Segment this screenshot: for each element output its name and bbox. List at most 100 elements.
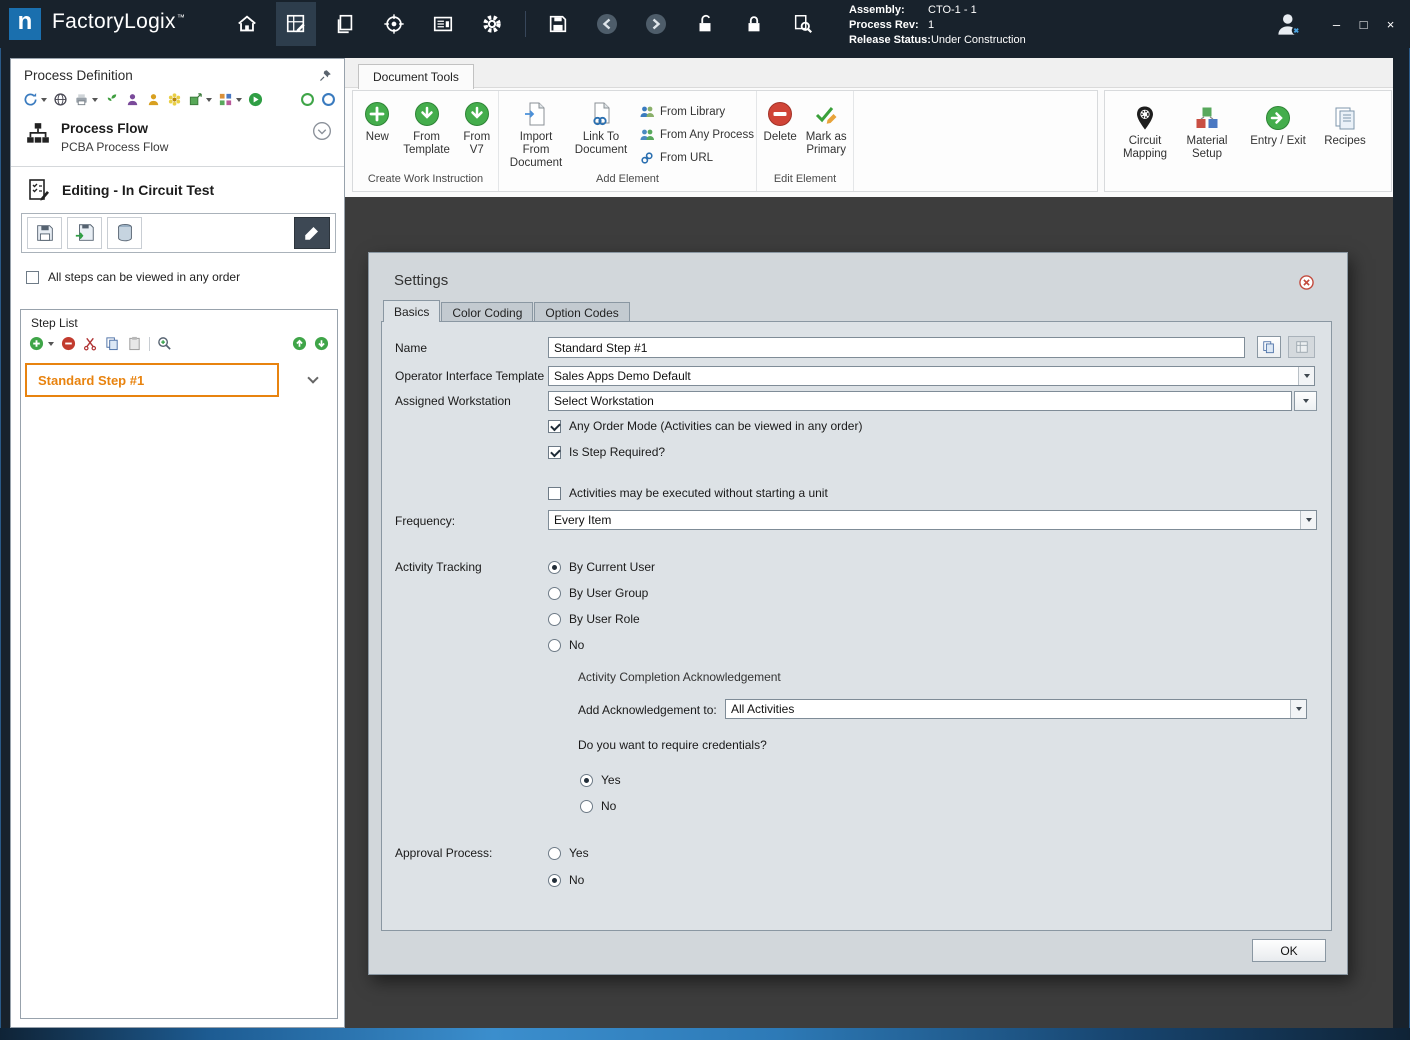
add-acknowledgement-select[interactable]: All Activities — [725, 699, 1307, 719]
duplicate-name-button[interactable] — [1257, 336, 1281, 358]
radio-icon — [548, 586, 561, 600]
production-target-icon[interactable] — [374, 2, 414, 46]
any-order-mode-checkbox[interactable]: Any Order Mode (Activities can be viewed… — [548, 418, 862, 434]
process-flow-row[interactable]: Process Flow PCBA Process Flow — [11, 113, 344, 164]
palette-caret-icon[interactable] — [236, 97, 242, 102]
tracking-no-radio[interactable]: No — [548, 637, 584, 653]
pin-icon[interactable] — [319, 69, 332, 82]
combo-arrow-icon — [1290, 700, 1306, 718]
copy-icon[interactable] — [105, 336, 120, 351]
archive-step-icon[interactable] — [107, 217, 142, 249]
add-step-caret-icon[interactable] — [48, 341, 54, 346]
circuit-mapping-button[interactable]: Circuit Mapping — [1117, 105, 1173, 161]
add-step-icon[interactable] — [29, 336, 44, 351]
from-any-process-button[interactable]: From Any Process — [639, 126, 754, 143]
export-caret-icon[interactable] — [206, 97, 212, 102]
delete-button[interactable]: Delete — [763, 101, 797, 144]
no-unit-checkbox[interactable]: Activities may be executed without start… — [548, 485, 828, 501]
audit-search-icon[interactable] — [783, 2, 823, 46]
new-button[interactable]: New — [359, 101, 396, 144]
undo-icon[interactable] — [587, 2, 627, 46]
cut-icon[interactable] — [83, 336, 98, 351]
move-step-down-icon[interactable] — [314, 336, 329, 351]
from-template-button[interactable]: From Template — [400, 101, 454, 157]
sync-icon[interactable] — [23, 92, 38, 107]
step-chevron-down-icon[interactable] — [307, 372, 319, 384]
credentials-no-radio[interactable]: No — [580, 798, 616, 814]
name-input[interactable] — [548, 337, 1245, 358]
wizard-user-icon[interactable] — [125, 92, 140, 107]
unlock-icon[interactable] — [685, 2, 725, 46]
documents-icon[interactable] — [325, 2, 365, 46]
from-v7-button[interactable]: From V7 — [457, 101, 496, 157]
status-green-icon[interactable] — [300, 92, 315, 107]
move-step-up-icon[interactable] — [292, 336, 307, 351]
approval-yes-radio[interactable]: Yes — [548, 845, 589, 861]
from-url-button[interactable]: From URL — [639, 149, 754, 166]
lock-icon[interactable] — [734, 2, 774, 46]
process-definition-icon[interactable] — [276, 2, 316, 46]
maximize-button[interactable]: □ — [1356, 17, 1371, 32]
close-button[interactable]: × — [1383, 17, 1398, 32]
tab-document-tools[interactable]: Document Tools — [358, 64, 474, 89]
edit-step-button[interactable] — [294, 217, 330, 249]
credentials-no-label: No — [601, 799, 617, 813]
globe-icon[interactable] — [53, 92, 68, 107]
play-icon[interactable] — [248, 92, 263, 107]
new-plus-icon — [364, 101, 390, 127]
save-icon[interactable] — [538, 2, 578, 46]
tab-color-coding[interactable]: Color Coding — [441, 302, 534, 322]
ribbon-tabstrip — [345, 58, 1393, 88]
step-list-panel: Step List Standard Step #1 — [20, 309, 338, 1019]
entry-exit-button[interactable]: Entry / Exit — [1243, 105, 1313, 148]
settings-gear-icon[interactable] — [472, 2, 512, 46]
flower-icon[interactable] — [167, 92, 182, 107]
credentials-yes-radio[interactable]: Yes — [580, 772, 621, 788]
home-icon[interactable] — [227, 2, 267, 46]
minimize-button[interactable]: – — [1329, 17, 1344, 32]
user-icon[interactable] — [1274, 9, 1304, 39]
zoom-add-icon[interactable] — [157, 336, 172, 351]
step-item-standard-step-1[interactable]: Standard Step #1 — [25, 363, 279, 397]
is-step-required-checkbox[interactable]: Is Step Required? — [548, 444, 665, 460]
expand-circle-icon[interactable] — [312, 121, 332, 141]
radio-selected-icon — [580, 773, 593, 787]
recipes-button[interactable]: Recipes — [1317, 105, 1373, 148]
redo-icon[interactable] — [636, 2, 676, 46]
tab-option-codes[interactable]: Option Codes — [534, 302, 630, 322]
operator-interface-template-select[interactable]: Sales Apps Demo Default — [548, 366, 1315, 386]
translate-name-button[interactable] — [1288, 336, 1315, 358]
print-caret-icon[interactable] — [92, 97, 98, 102]
status-blue-icon[interactable] — [321, 92, 336, 107]
remove-step-icon[interactable] — [61, 336, 76, 351]
sync-caret-icon[interactable] — [41, 97, 47, 102]
tracking-by-user-role-radio[interactable]: By User Role — [548, 611, 640, 627]
dialog-close-icon[interactable] — [1299, 275, 1314, 290]
paste-icon[interactable] — [127, 336, 142, 351]
tracking-by-user-group-radio[interactable]: By User Group — [548, 585, 648, 601]
news-icon[interactable] — [423, 2, 463, 46]
save-step-icon[interactable] — [27, 217, 62, 249]
tab-document-tools-label: Document Tools — [373, 70, 459, 84]
palette-icon[interactable] — [218, 92, 233, 107]
import-document-icon — [523, 101, 549, 127]
tree-icon[interactable] — [104, 92, 119, 107]
link-to-document-button[interactable]: Link To Document — [573, 101, 629, 157]
frequency-select[interactable]: Every Item — [548, 510, 1317, 530]
assigned-workstation-select[interactable]: Select Workstation — [548, 391, 1292, 411]
approval-no-radio[interactable]: No — [548, 872, 584, 888]
workstation-dropdown-button[interactable] — [1294, 391, 1317, 411]
editing-row: Editing - In Circuit Test — [11, 167, 344, 211]
mark-as-primary-button[interactable]: Mark as Primary — [801, 101, 851, 157]
ok-button[interactable]: OK — [1252, 939, 1326, 962]
print-icon[interactable] — [74, 92, 89, 107]
import-step-icon[interactable] — [67, 217, 102, 249]
any-order-steps-checkbox[interactable]: All steps can be viewed in any order — [26, 270, 332, 284]
tracking-by-current-user-radio[interactable]: By Current User — [548, 559, 655, 575]
user-yellow-icon[interactable] — [146, 92, 161, 107]
import-from-document-button[interactable]: Import From Document — [505, 101, 567, 171]
tab-basics[interactable]: Basics — [383, 300, 441, 322]
material-setup-button[interactable]: Material Setup — [1179, 105, 1235, 161]
from-library-button[interactable]: From Library — [639, 103, 754, 120]
export-package-icon[interactable] — [188, 92, 203, 107]
